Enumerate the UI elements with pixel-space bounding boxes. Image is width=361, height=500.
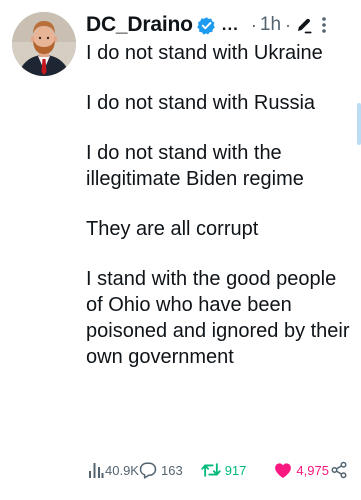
scroll-indicator[interactable] xyxy=(357,103,361,145)
more-vertical-icon[interactable] xyxy=(321,16,327,34)
views-button[interactable]: 40.9K xyxy=(88,461,139,479)
tweet-paragraph: I stand with the good people of Ohio who… xyxy=(86,268,350,368)
separator-dot: · xyxy=(250,14,257,35)
separator-dot: · xyxy=(285,14,292,35)
tweet-paragraph: I do not stand with Ukraine xyxy=(86,42,323,64)
tweet-actions: 40.9K 163 917 4,975 xyxy=(88,458,348,482)
username[interactable]: DC_Draino xyxy=(86,13,193,37)
reply-bubble-icon xyxy=(139,461,157,479)
avatar-image xyxy=(12,12,76,76)
tweet-text: I do not stand with Ukraine I do not sta… xyxy=(86,40,354,394)
retweet-icon xyxy=(201,461,221,479)
views-count: 40.9K xyxy=(105,462,139,478)
verified-badge-icon xyxy=(196,16,216,35)
bar-chart-icon xyxy=(88,461,104,479)
share-icon xyxy=(330,461,348,479)
like-button[interactable]: 4,975 xyxy=(274,462,329,479)
tweet-paragraph: I do not stand with Russia xyxy=(86,92,316,114)
avatar[interactable] xyxy=(12,12,76,76)
retweet-button[interactable]: 917 xyxy=(201,461,247,479)
tweet-header: DC_Draino ... · 1h · xyxy=(86,10,355,40)
replies-count: 163 xyxy=(160,462,183,478)
likes-count: 4,975 xyxy=(296,462,329,478)
truncation-ellipsis: ... xyxy=(221,15,239,34)
heart-icon xyxy=(274,462,292,479)
reply-button[interactable]: 163 xyxy=(139,461,183,479)
share-button[interactable] xyxy=(330,461,348,479)
retweets-count: 917 xyxy=(224,462,247,478)
timestamp[interactable]: 1h xyxy=(260,14,281,36)
tweet-paragraph: They are all corrupt xyxy=(86,218,259,240)
grok-icon[interactable] xyxy=(295,16,313,34)
tweet-paragraph: I do not stand with the illegitimate Bid… xyxy=(86,142,304,190)
